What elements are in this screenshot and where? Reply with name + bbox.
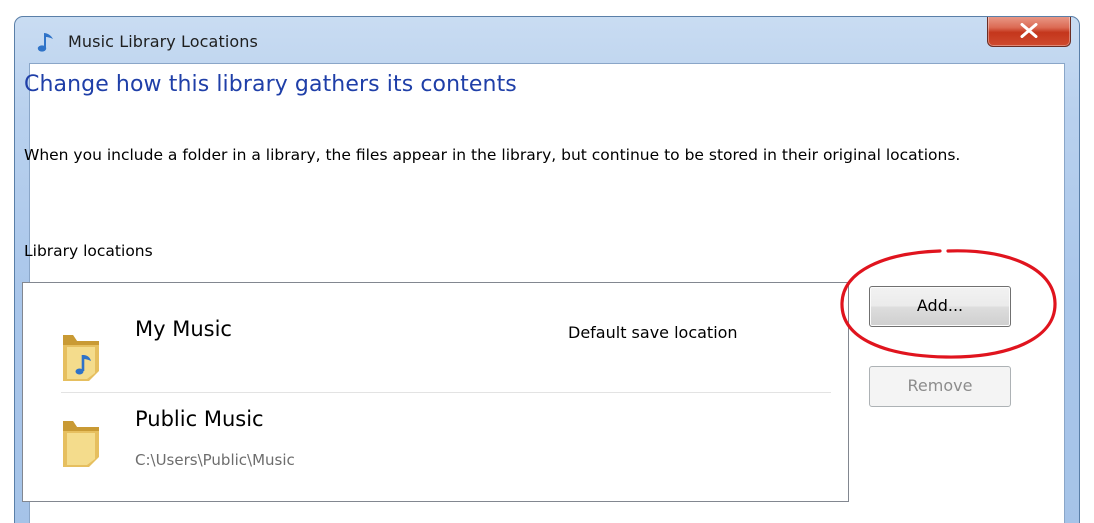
screen: Music Library Locations Change how this … (0, 0, 1094, 523)
library-locations-list[interactable]: My Music Default save location Public Mu… (22, 282, 849, 502)
library-locations-label: Library locations (24, 242, 153, 260)
location-item-my-music[interactable]: My Music Default save location (23, 293, 848, 393)
location-name: My Music (135, 317, 232, 341)
location-name: Public Music (135, 407, 264, 431)
location-status: Default save location (568, 323, 738, 342)
location-item-public-music[interactable]: Public Music C:\Users\Public\Music (23, 401, 848, 501)
music-note-icon (35, 29, 59, 53)
remove-button[interactable]: Remove (869, 366, 1011, 407)
dialog-description: When you include a folder in a library, … (24, 146, 961, 164)
music-folder-icon (59, 325, 103, 383)
title-bar[interactable]: Music Library Locations (15, 17, 1079, 63)
dialog-heading: Change how this library gathers its cont… (24, 72, 517, 97)
location-path: C:\Users\Public\Music (135, 451, 295, 469)
add-button[interactable]: Add... (869, 286, 1011, 327)
window-title: Music Library Locations (68, 32, 258, 51)
folder-icon (59, 411, 103, 469)
list-divider (61, 392, 831, 393)
close-button[interactable] (987, 17, 1071, 47)
